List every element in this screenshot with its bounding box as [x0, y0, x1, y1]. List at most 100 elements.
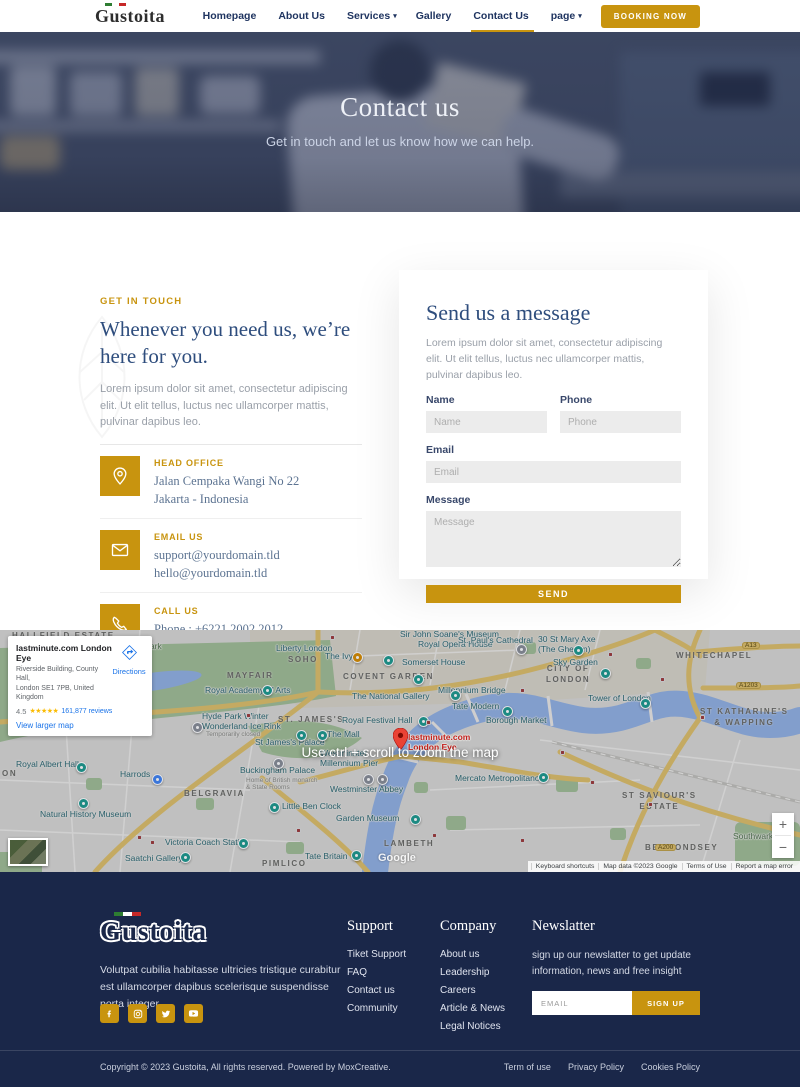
- map-rating-value: 4.5: [16, 707, 26, 716]
- facebook-icon[interactable]: [100, 1004, 119, 1023]
- email-block: EMAIL US support@yourdomain.tld hello@yo…: [100, 519, 362, 593]
- hero-banner: Contact us Get in touch and let us know …: [0, 32, 800, 212]
- footer-link[interactable]: Article & News: [440, 1003, 505, 1014]
- address-line: Jakarta - Indonesia: [154, 490, 299, 508]
- location-pin-icon: [100, 456, 140, 496]
- map-reviews-link[interactable]: 161,877 reviews: [61, 708, 112, 715]
- contact-section: GET IN TOUCH Whenever you need us, we’re…: [0, 212, 800, 630]
- newsletter-body: sign up our newslatter to get update inf…: [532, 948, 700, 979]
- footer-legal-links: Term of use Privacy Policy Cookies Policy: [504, 1062, 700, 1072]
- envelope-icon: [100, 530, 140, 570]
- map-attribution-link[interactable]: Keyboard shortcuts: [531, 863, 599, 870]
- footer-logo-flag-icon: [114, 912, 141, 916]
- map-attribution: Keyboard shortcutsMap data ©2023 GoogleT…: [528, 861, 800, 872]
- email-field[interactable]: [426, 461, 681, 483]
- footer-link[interactable]: Community: [347, 1003, 406, 1014]
- map-attribution-link[interactable]: Terms of Use: [682, 863, 731, 870]
- block-label: HEAD OFFICE: [154, 456, 299, 468]
- logo[interactable]: Gustoita: [95, 6, 165, 27]
- map-attribution-link[interactable]: Map data ©2023 Google: [598, 863, 681, 870]
- nav-item[interactable]: Homepage: [203, 0, 260, 32]
- email-line: hello@yourdomain.tld: [154, 564, 280, 582]
- footer-support-column: Support Tiket Support FAQ Contact us Commun…: [347, 918, 406, 1014]
- directions-button[interactable]: Directions: [111, 645, 147, 676]
- footer-link[interactable]: FAQ: [347, 967, 406, 978]
- legal-link[interactable]: Privacy Policy: [568, 1062, 624, 1072]
- nav-item[interactable]: Contact Us: [473, 0, 531, 32]
- footer-link[interactable]: Careers: [440, 985, 505, 996]
- email-line: support@yourdomain.tld: [154, 546, 280, 564]
- map-info-card: lastminute.com London Eye Riverside Buil…: [8, 636, 152, 736]
- nav-item[interactable]: Gallery: [416, 0, 455, 32]
- zoom-in-button[interactable]: +: [772, 813, 794, 835]
- map-place-title: lastminute.com London Eye: [16, 643, 114, 663]
- view-larger-map-link[interactable]: View larger map: [16, 721, 144, 730]
- nav-items: Homepage About Us Services ▾ Gallery Con…: [203, 0, 582, 32]
- footer-divider: [0, 1050, 800, 1051]
- name-field[interactable]: [426, 411, 547, 433]
- map-place-address: London SE1 7PB, United Kingdom: [16, 684, 114, 703]
- footer-company-column: Company About us Leadership Careers Article…: [440, 918, 505, 1032]
- rating-stars-icon: ★★★★★: [29, 707, 58, 715]
- page-subtitle: Get in touch and let us know how we can …: [266, 134, 534, 149]
- support-heading: Support: [347, 918, 406, 935]
- send-button[interactable]: SEND: [426, 585, 681, 603]
- directions-label: Directions: [111, 667, 147, 676]
- section-kicker: GET IN TOUCH: [100, 296, 372, 307]
- map-zoom-controls: + −: [772, 813, 794, 858]
- map-scroll-hint: Use ctrl + scroll to zoom the map: [0, 745, 800, 760]
- twitter-icon[interactable]: [156, 1004, 175, 1023]
- directions-icon: [122, 645, 137, 660]
- form-heading: Send us a message: [426, 300, 681, 326]
- logo-flag-icon: [105, 3, 126, 6]
- page-title: Contact us: [340, 92, 460, 123]
- footer-link[interactable]: Tiket Support: [347, 949, 406, 960]
- google-map[interactable]: HALLFIELD ESTATEONMAYFAIRSOHOCOVENT GARD…: [0, 630, 800, 872]
- address-line: Jalan Cempaka Wangi No 22: [154, 472, 299, 490]
- newsletter-email-input[interactable]: [532, 991, 632, 1015]
- nav-item[interactable]: About Us: [278, 0, 328, 32]
- google-logo: Google: [378, 852, 416, 864]
- footer-logo-text: Gustoita: [100, 916, 207, 946]
- copyright-text: Copyright © 2023 Gustoita, All rights re…: [100, 1062, 391, 1072]
- logo-text: Gustoita: [95, 6, 165, 26]
- nav-item[interactable]: page ▾: [551, 0, 582, 32]
- legal-link[interactable]: Term of use: [504, 1062, 551, 1072]
- footer-link[interactable]: Legal Notices: [440, 1021, 505, 1032]
- instagram-icon[interactable]: [128, 1004, 147, 1023]
- section-body: Lorem ipsum dolor sit amet, consectetur …: [100, 381, 358, 431]
- footer: Gustoita Volutpat cubilia habitasse ultr…: [0, 872, 800, 1087]
- footer-newsletter-column: Newslatter sign up our newslatter to get…: [532, 918, 700, 1015]
- nav-item[interactable]: Services ▾: [347, 0, 397, 32]
- block-label: CALL US: [154, 604, 283, 616]
- chevron-down-icon: ▾: [578, 12, 582, 20]
- message-field[interactable]: [426, 511, 681, 567]
- footer-link[interactable]: Leadership: [440, 967, 505, 978]
- map-place-address: Riverside Building, County Hall,: [16, 665, 114, 684]
- form-body: Lorem ipsum dolor sit amet, consectetur …: [426, 336, 681, 383]
- message-form-card: Send us a message Lorem ipsum dolor sit …: [399, 270, 708, 579]
- contact-form: Name Phone Email Messag: [426, 394, 681, 603]
- youtube-icon[interactable]: [184, 1004, 203, 1023]
- map-attribution-link[interactable]: Report a map error: [731, 863, 797, 870]
- company-heading: Company: [440, 918, 505, 935]
- phone-field[interactable]: [560, 411, 681, 433]
- top-nav: Gustoita Homepage About Us Services ▾ Ga…: [0, 0, 800, 32]
- section-heading: Whenever you need us, we’re here for you…: [100, 316, 372, 369]
- nav-menu: Homepage About Us Services ▾ Gallery Con…: [203, 0, 700, 32]
- footer-link[interactable]: About us: [440, 949, 505, 960]
- message-label: Message: [426, 494, 681, 506]
- zoom-out-button[interactable]: −: [772, 836, 794, 858]
- chevron-down-icon: ▾: [393, 12, 397, 20]
- email-label: Email: [426, 444, 681, 456]
- contact-info-column: GET IN TOUCH Whenever you need us, we’re…: [100, 296, 372, 667]
- footer-link[interactable]: Contact us: [347, 985, 406, 996]
- booking-now-button[interactable]: BOOKING NOW: [601, 5, 700, 28]
- social-links: [100, 1004, 203, 1023]
- name-label: Name: [426, 394, 547, 406]
- satellite-toggle-thumbnail[interactable]: [8, 838, 48, 866]
- page: Gustoita Homepage About Us Services ▾ Ga…: [0, 0, 800, 1087]
- legal-link[interactable]: Cookies Policy: [641, 1062, 700, 1072]
- newsletter-signup-button[interactable]: SIGN UP: [632, 991, 700, 1015]
- footer-logo: Gustoita: [100, 916, 207, 947]
